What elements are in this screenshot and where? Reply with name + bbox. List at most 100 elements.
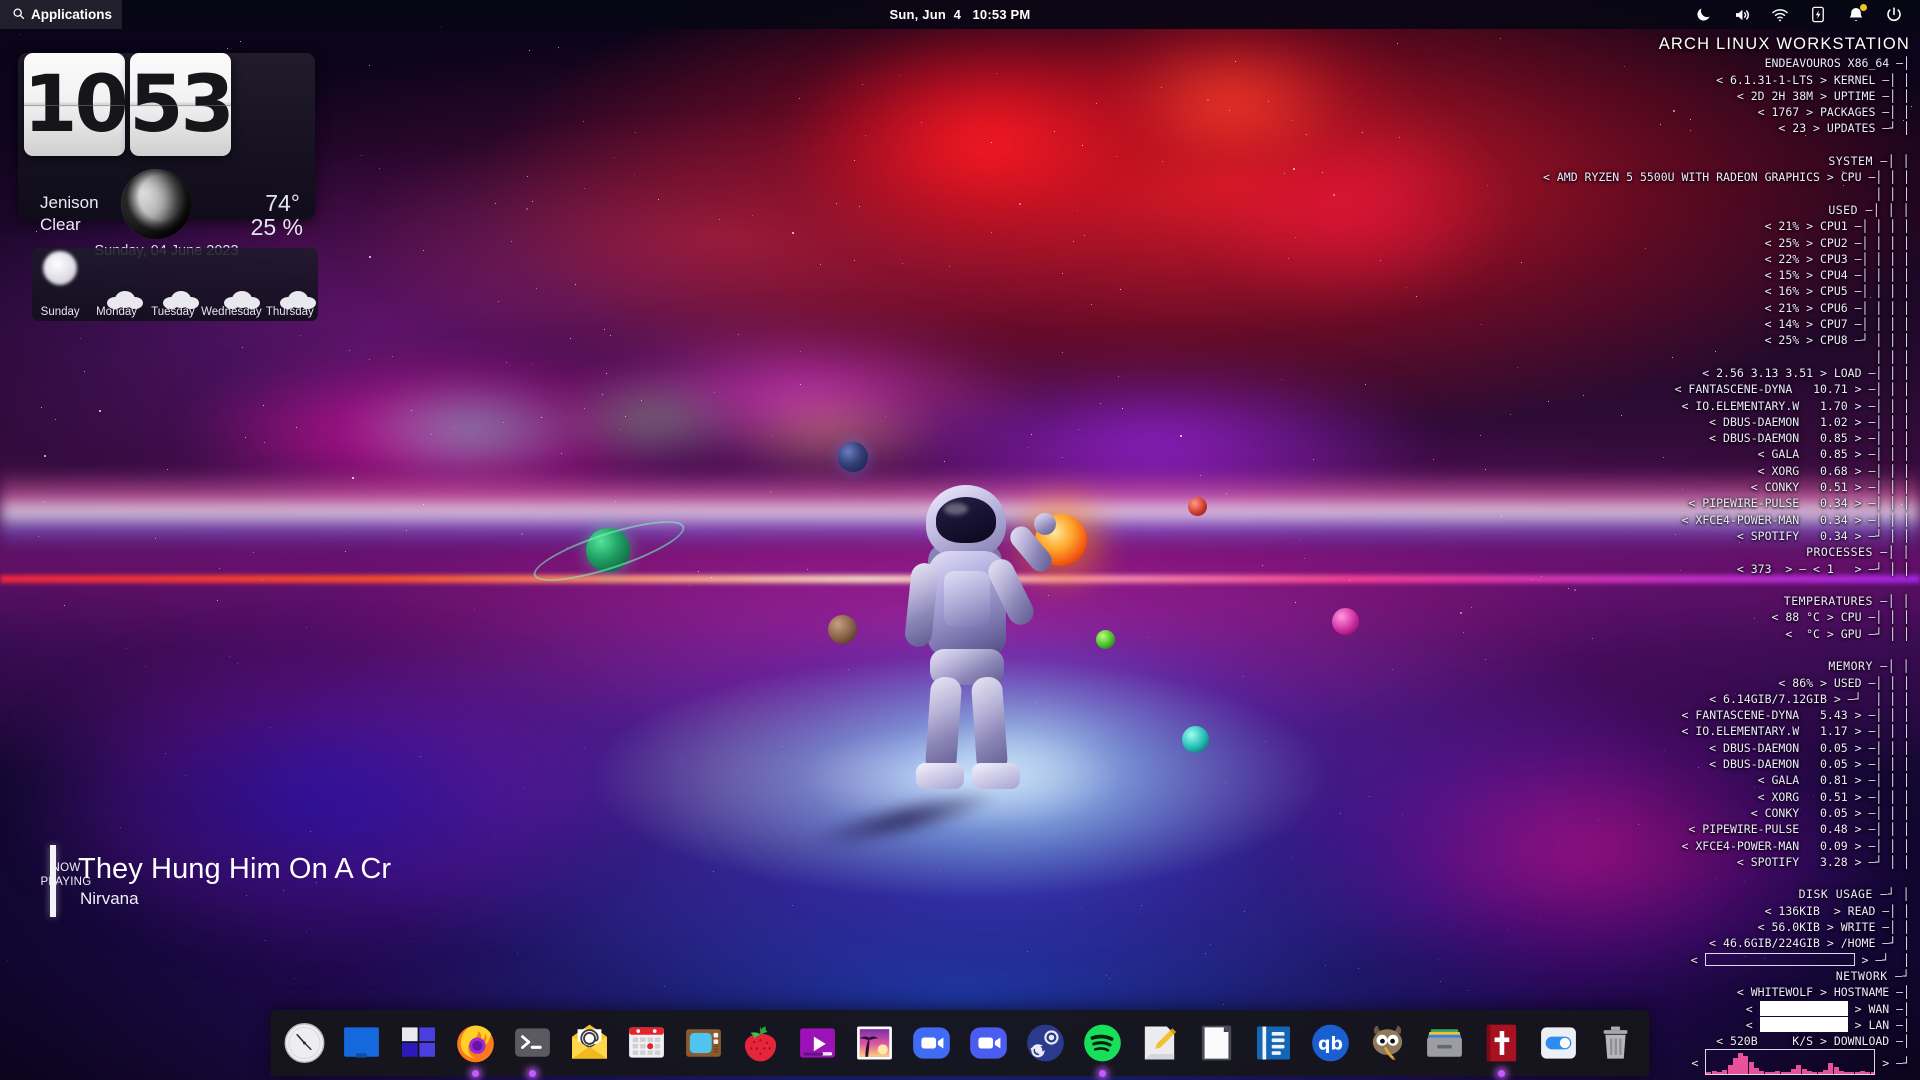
dock-item-terminal[interactable] [509, 1019, 557, 1067]
conky-core-row: < 16% > CPU5 —│ │ │ │ [1490, 283, 1910, 299]
conky-processes-row: < 373 > — < 1 > —┘ │ │ [1490, 561, 1910, 577]
dock-running-indicator [472, 1070, 479, 1077]
conky-distro-row: ENDEAVOUROS X86_64 —│ [1490, 55, 1910, 71]
steam-icon [1024, 1021, 1068, 1065]
settings-toggle-icon [1537, 1021, 1581, 1065]
conky-kernel-row: < 6.1.31-1-LTS > KERNEL —│ │ [1490, 72, 1910, 88]
clock-minutes: 53 [130, 53, 231, 156]
conky-mem-process-row: < DBUS-DAEMON 0.05 > —│ │ │ [1490, 740, 1910, 756]
conky-process-name: IO.ELEMENTARY.W [1695, 724, 1799, 738]
panel-clock[interactable]: Sun, Jun 4 10:53 PM [890, 7, 1031, 22]
svg-text:qb: qb [1318, 1034, 1343, 1054]
sun-icon [43, 251, 77, 285]
notes-icon [1252, 1021, 1296, 1065]
wallpaper-blue-glow-left [0, 620, 720, 1060]
dock-item-qbittorrent[interactable]: qb [1307, 1019, 1355, 1067]
conky-hostname-row: < WHITEWOLF > HOSTNAME —│ [1490, 984, 1910, 1000]
conky-core-label: CPU7 [1820, 317, 1848, 331]
conky-hostname-value: WHITEWOLF [1751, 985, 1813, 999]
conky-gpu-temp-row: < °C > GPU —┘ │ │ [1490, 626, 1910, 642]
video-player-icon [796, 1021, 840, 1065]
conky-core-value: 21% [1778, 219, 1799, 233]
dock-item-document[interactable] [1193, 1019, 1241, 1067]
clock-hours-value: 10 [24, 66, 125, 144]
dock-item-television[interactable] [680, 1019, 728, 1067]
conky-process-name: DBUS-DAEMON [1723, 431, 1799, 445]
conky-process-value: 0.51 [1820, 790, 1848, 804]
dock-item-settings[interactable] [1535, 1019, 1583, 1067]
power-icon[interactable] [1884, 5, 1903, 24]
dock-item-photos[interactable] [851, 1019, 899, 1067]
forecast-day: Wednesday [201, 248, 262, 321]
conky-lan-label: LAN [1868, 1018, 1889, 1032]
disk-usage-bar [1705, 953, 1855, 966]
night-mode-icon[interactable] [1694, 5, 1713, 24]
dock-item-files[interactable] [338, 1019, 386, 1067]
conky-process-value: 3.28 [1820, 855, 1848, 869]
conky-mem-percent: 86% [1792, 676, 1813, 690]
dock-item-mail[interactable] [566, 1019, 614, 1067]
dock-item-camera[interactable] [908, 1019, 956, 1067]
dock-item-zoom[interactable] [965, 1019, 1013, 1067]
clock-weather-widget: 10 53 Jenison Clear 74° 25 % Sunday, 04 … [18, 33, 315, 220]
notification-bell-icon[interactable] [1846, 5, 1865, 24]
conky-disk-label: DISK USAGE [1799, 887, 1873, 901]
conky-packages-row: < 1767 > PACKAGES —│ │ [1490, 104, 1910, 120]
conky-disk-home-value: 46.6GIB/224GIB [1723, 936, 1820, 950]
conky-core-label: CPU3 [1820, 252, 1848, 266]
dock-item-clock[interactable] [281, 1019, 329, 1067]
now-playing-kicker-line2: PLAYING [38, 875, 94, 889]
conky-core-value: 16% [1778, 284, 1799, 298]
conky-core-value: 14% [1778, 317, 1799, 331]
dock-item-gimp[interactable] [1364, 1019, 1412, 1067]
clock-hours: 10 [24, 53, 125, 156]
dock-running-indicator [1498, 1070, 1505, 1077]
conky-disk-read-label: READ [1848, 904, 1876, 918]
dock-item-trash[interactable] [1592, 1019, 1640, 1067]
planet-green-small [1096, 630, 1115, 649]
weather-city: Jenison [40, 193, 99, 213]
conky-kernel-label: KERNEL [1834, 73, 1876, 87]
volume-icon[interactable] [1732, 5, 1751, 24]
zoom-video-icon [967, 1021, 1011, 1065]
dock-item-firefox[interactable] [452, 1019, 500, 1067]
wifi-icon[interactable] [1770, 5, 1789, 24]
dock-item-video-player[interactable] [794, 1019, 842, 1067]
dock-item-steam[interactable] [1022, 1019, 1070, 1067]
conky-uptime-row: < 2D 2H 38M > UPTIME —│ │ [1490, 88, 1910, 104]
applications-menu-label: Applications [31, 7, 112, 22]
conky-kernel-value: 6.1.31-1-LTS [1730, 73, 1813, 87]
applications-menu-button[interactable]: Applications [0, 0, 122, 29]
conky-cpu-process-row: < XORG 0.68 > —│ │ │ [1490, 463, 1910, 479]
battery-icon[interactable] [1808, 5, 1827, 24]
dock-item-text-editor[interactable] [1136, 1019, 1184, 1067]
dock-item-strawberry[interactable] [737, 1019, 785, 1067]
dock-item-bible[interactable] [1478, 1019, 1526, 1067]
mail-icon [568, 1021, 612, 1065]
conky-core-row: < 25% > CPU8 —┘ │ │ │ [1490, 332, 1910, 348]
cloud-icon [161, 289, 201, 309]
dock-item-calendar[interactable] [623, 1019, 671, 1067]
multitasking-icon [397, 1021, 441, 1065]
conky-disk-header: DISK USAGE —┘ │ [1490, 886, 1910, 902]
tv-icon [682, 1021, 726, 1065]
clock-minutes-value: 53 [130, 66, 231, 144]
planet-teal [1182, 726, 1209, 753]
dock-item-multitasking[interactable] [395, 1019, 443, 1067]
dock-item-notes[interactable] [1250, 1019, 1298, 1067]
conky-process-name: XORG [1772, 464, 1800, 478]
weather-condition: Clear [40, 215, 81, 235]
dock-item-archive-manager[interactable] [1421, 1019, 1469, 1067]
conky-core-label: CPU4 [1820, 268, 1848, 282]
moon-phase-icon [121, 169, 191, 239]
dock-item-spotify[interactable] [1079, 1019, 1127, 1067]
conky-core-row: < 14% > CPU7 —│ │ │ │ [1490, 316, 1910, 332]
conky-process-value: 0.05 [1820, 741, 1848, 755]
conky-cpu-temp-label: CPU [1841, 610, 1862, 624]
conky-process-name: DBUS-DAEMON [1723, 741, 1799, 755]
conky-process-value: 0.51 [1820, 480, 1848, 494]
conky-process-name: GALA [1772, 773, 1800, 787]
conky-mem-used-row: < 86% > USED —│ │ │ [1490, 675, 1910, 691]
conky-core-value: 25% [1778, 333, 1799, 347]
dock-running-indicator [1099, 1070, 1106, 1077]
